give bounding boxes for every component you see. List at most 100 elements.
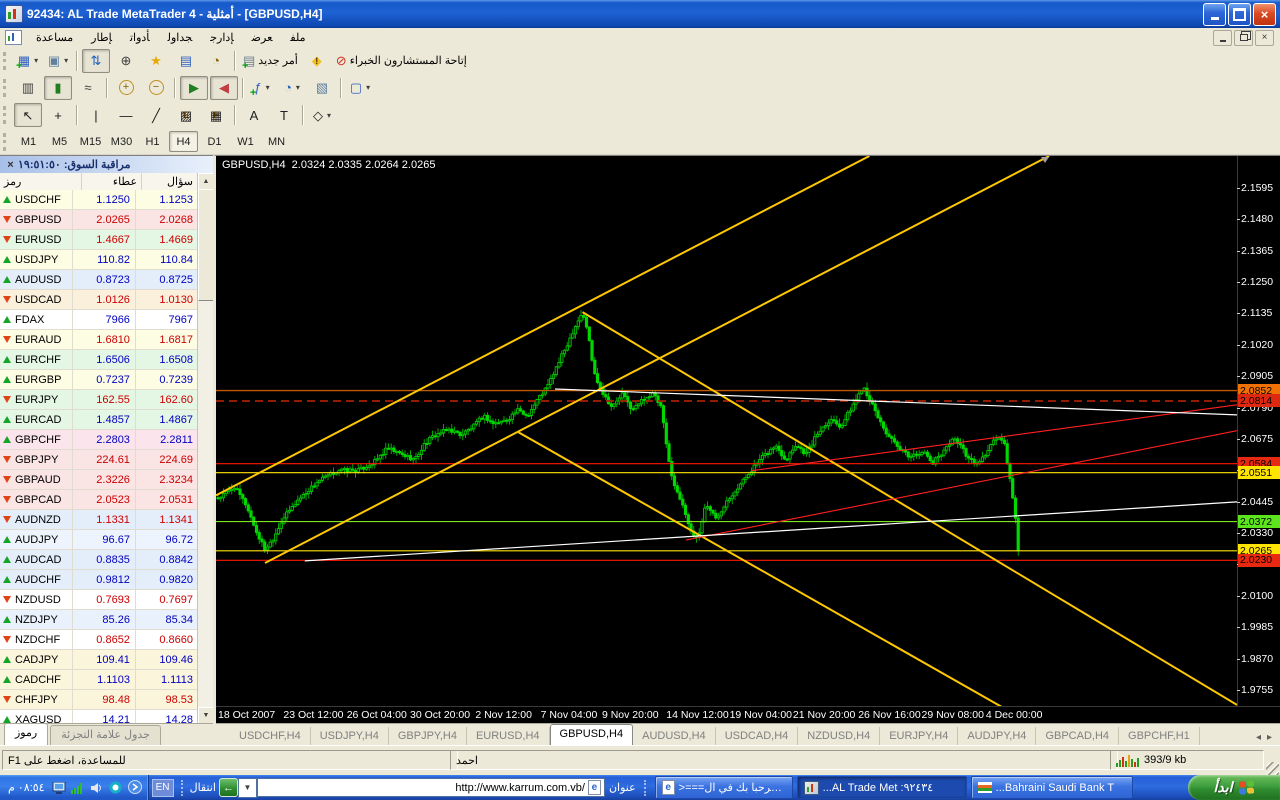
market-watch-row-AUDUSD[interactable]: AUDUSD 0.8723 0.8725: [0, 270, 198, 290]
market-watch-row-GBPAUD[interactable]: GBPAUD 2.3226 2.3234: [0, 470, 198, 490]
profiles-button[interactable]: ▣ ▾: [44, 49, 72, 73]
market-watch-row-GBPCAD[interactable]: GBPCAD 2.0523 2.0531: [0, 490, 198, 510]
market-watch-row-AUDJPY[interactable]: AUDJPY 96.67 96.72: [0, 530, 198, 550]
toolbar-grip[interactable]: [3, 51, 9, 70]
chart-tab-EURJPY-H4[interactable]: EURJPY,H4: [880, 727, 959, 746]
market-watch-row-AUDCHF[interactable]: AUDCHF 0.9812 0.9820: [0, 570, 198, 590]
deskband-grip[interactable]: [643, 779, 649, 796]
zoom-in-button[interactable]: +: [112, 76, 140, 100]
market-watch-row-CHFJPY[interactable]: CHFJPY 98.48 98.53: [0, 690, 198, 710]
market-watch-row-USDJPY[interactable]: USDJPY 110.82 110.84: [0, 250, 198, 270]
strategy-tester-button[interactable]: ◔: [202, 49, 230, 73]
market-watch-tab-tick-chart[interactable]: جدول علامة التجزئة: [50, 725, 161, 746]
chart-tab-USDCAD-H4[interactable]: USDCAD,H4: [716, 727, 799, 746]
maximize-button[interactable]: [1228, 2, 1251, 26]
chart-tab-USDCHF-H4[interactable]: USDCHF,H4: [230, 727, 311, 746]
market-watch-row-NZDJPY[interactable]: NZDJPY 85.26 85.34: [0, 610, 198, 630]
menu-item-ملف[interactable]: ملف: [281, 30, 314, 46]
network-signal-icon[interactable]: [71, 782, 85, 794]
chart-tab-GBPUSD-H4[interactable]: GBPUSD,H4: [549, 724, 634, 746]
chart-tab-GBPCHF-H1[interactable]: GBPCHF,H1: [1119, 727, 1200, 746]
chart-tab-EURUSD-H4[interactable]: EURUSD,H4: [467, 727, 550, 746]
child-minimize-button[interactable]: [1213, 29, 1232, 46]
menu-item-إدارج[interactable]: إدارج: [201, 30, 242, 46]
market-watch-row-EURJPY[interactable]: EURJPY 162.55 162.60: [0, 390, 198, 410]
market-watch-row-EURGBP[interactable]: EURGBP 0.7237 0.7239: [0, 370, 198, 390]
deskband-grip[interactable]: [180, 779, 186, 796]
zoom-out-button[interactable]: −: [142, 76, 170, 100]
child-window-icon[interactable]: [5, 30, 22, 45]
market-watch-row-USDCAD[interactable]: USDCAD 1.0126 1.0130: [0, 290, 198, 310]
column-symbol[interactable]: رمز: [0, 173, 83, 190]
tabs-scroll-left-icon[interactable]: ◂: [1254, 732, 1263, 743]
templates-button[interactable]: ▧: [308, 76, 336, 100]
market-watch-row-XAGUSD[interactable]: XAGUSD 14.21 14.28: [0, 710, 198, 724]
market-watch-close-icon[interactable]: ×: [3, 157, 18, 172]
dropdown-caret-icon[interactable]: ▾: [366, 83, 370, 92]
chart-tab-AUDUSD-H4[interactable]: AUDUSD,H4: [633, 727, 716, 746]
market-watch-row-EURCHF[interactable]: EURCHF 1.6506 1.6508: [0, 350, 198, 370]
market-watch-row-FDAX[interactable]: FDAX 7966 7967: [0, 310, 198, 330]
market-watch-row-AUDNZD[interactable]: AUDNZD 1.1331 1.1341: [0, 510, 198, 530]
market-watch-row-AUDCAD[interactable]: AUDCAD 0.8835 0.8842: [0, 550, 198, 570]
candlestick-chart-button[interactable]: ▮: [44, 75, 72, 100]
auto-scroll-button[interactable]: ▶: [180, 75, 208, 100]
chart-tab-USDJPY-H4[interactable]: USDJPY,H4: [311, 727, 389, 746]
toolbar-grip[interactable]: [3, 78, 9, 97]
timeframe-H4[interactable]: H4: [169, 131, 198, 152]
menu-item-أدوات[interactable]: أدوات: [121, 30, 159, 46]
child-close-button[interactable]: ×: [1255, 29, 1274, 46]
data-window-button[interactable]: ⊕: [112, 49, 140, 73]
horizontal-line-button[interactable]: —: [112, 103, 140, 127]
task-bank[interactable]: Bahraini Saudi Bank T...: [970, 776, 1133, 799]
column-bid[interactable]: عطاء: [82, 173, 143, 190]
taskbar-clock[interactable]: ٠٨:٥٤ م: [8, 781, 45, 794]
timeframe-MN[interactable]: MN: [262, 131, 291, 152]
vertical-line-button[interactable]: |: [82, 103, 110, 127]
price-axis[interactable]: 2.1595 2.1480 2.1365 2.1250 2.1135 2.1020 2.09…: [1236, 156, 1280, 706]
toolbar-grip[interactable]: [3, 106, 9, 124]
column-ask[interactable]: سؤال: [142, 173, 198, 190]
address-input[interactable]: http://www.karrum.com.vb/ e: [256, 778, 605, 797]
indicators-button[interactable]: ƒ + ▾: [248, 76, 276, 100]
timeframe-D1[interactable]: D1: [200, 131, 229, 152]
line-chart-button[interactable]: ≈: [74, 76, 102, 100]
ea-alert-button[interactable]: ◆!: [303, 49, 331, 73]
chart-tab-NZDUSD-H4[interactable]: NZDUSD,H4: [798, 727, 881, 746]
text-button[interactable]: A: [240, 103, 268, 127]
dropdown-caret-icon[interactable]: ▾: [266, 83, 270, 92]
tabs-scroll-right-icon[interactable]: ▸: [1265, 732, 1274, 743]
menu-item-إطار[interactable]: إطار: [82, 30, 121, 46]
fibonacci-button[interactable]: ▦ F: [202, 103, 230, 127]
menu-item-مساعدة[interactable]: مساعدة: [27, 30, 82, 46]
market-watch-row-EURUSD[interactable]: EURUSD 1.4667 1.4669: [0, 230, 198, 250]
task-mt4[interactable]: ٩٢٤٣٤: AL Trade Met...: [796, 776, 967, 799]
market-watch-row-NZDCHF[interactable]: NZDCHF 0.8652 0.8660: [0, 630, 198, 650]
market-watch-scrollbar[interactable]: ▲ ▼: [197, 173, 214, 724]
market-watch-row-GBPCHF[interactable]: GBPCHF 2.2803 2.2811: [0, 430, 198, 450]
chart-tab-GBPCAD-H4[interactable]: GBPCAD,H4: [1036, 727, 1120, 746]
market-watch-row-CADJPY[interactable]: CADJPY 109.41 109.46: [0, 650, 198, 670]
dropdown-caret-icon[interactable]: ▾: [296, 83, 300, 92]
timeframe-M15[interactable]: M15: [76, 131, 105, 152]
shapes-button[interactable]: ◇ ▾: [308, 103, 336, 127]
terminal-button[interactable]: ▤: [172, 49, 200, 73]
language-bar[interactable]: EN: [151, 778, 174, 797]
close-button[interactable]: ×: [1253, 2, 1276, 26]
text-label-button[interactable]: T: [270, 103, 298, 127]
market-watch-button[interactable]: ⇅: [82, 48, 110, 73]
chart-tab-GBPJPY-H4[interactable]: GBPJPY,H4: [389, 727, 467, 746]
timeframe-W1[interactable]: W1: [231, 131, 260, 152]
dropdown-caret-icon[interactable]: ▾: [64, 56, 68, 65]
menu-item-جداول[interactable]: جداول: [159, 30, 202, 46]
scroll-up-icon[interactable]: ▲: [198, 173, 214, 190]
crosshair-button[interactable]: +: [44, 103, 72, 127]
chart-plot[interactable]: [216, 156, 1237, 706]
minimize-button[interactable]: [1203, 2, 1226, 26]
cursor-button[interactable]: ↖: [14, 103, 42, 127]
market-watch-row-CADCHF[interactable]: CADCHF 1.1103 1.1113: [0, 670, 198, 690]
hidden-icons-chevron-icon[interactable]: [127, 779, 142, 794]
display-icon[interactable]: [52, 781, 66, 794]
new-order-button[interactable]: ▤ + أمر جديد: [240, 49, 301, 73]
market-watch-tab-symbols[interactable]: رموز: [4, 723, 49, 746]
